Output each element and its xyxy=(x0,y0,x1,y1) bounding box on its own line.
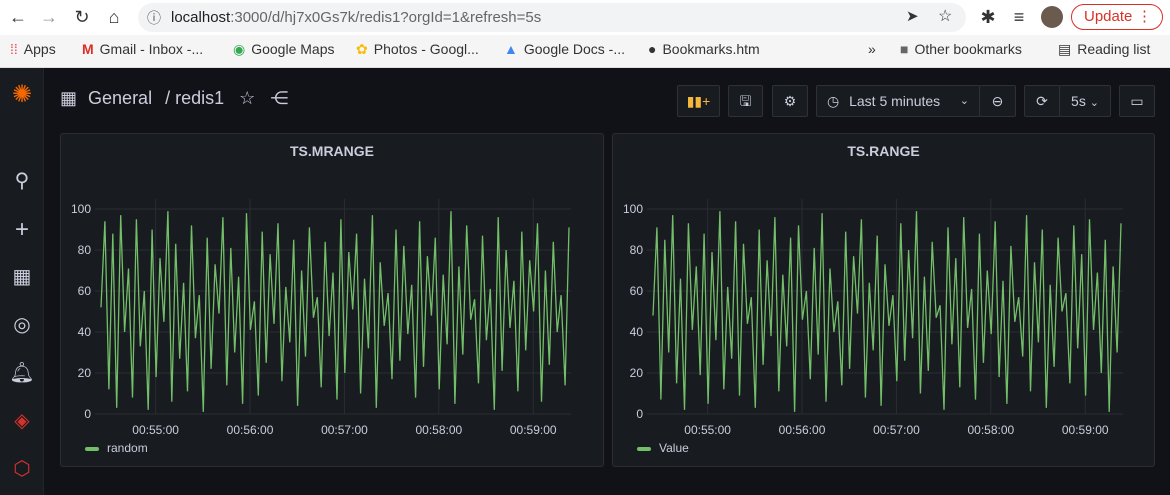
reload-icon[interactable]: ↻ xyxy=(70,0,94,35)
add-panel-button[interactable]: ▮▮+ xyxy=(677,85,720,117)
explore-compass-icon[interactable]: ◎ xyxy=(8,312,36,337)
send-icon[interactable]: ➤ xyxy=(906,7,919,25)
x-tick-label: 00:58:00 xyxy=(415,423,462,437)
redis-app-icon[interactable]: ◈ xyxy=(8,408,36,433)
clock-icon: ◷ xyxy=(827,93,840,109)
refresh-button[interactable]: ⟳ xyxy=(1024,85,1060,117)
info-icon[interactable]: ⓘ xyxy=(147,8,161,28)
y-tick-label: 100 xyxy=(623,202,643,216)
breadcrumb: ▦ General / redis1 ☆ ⋲ xyxy=(60,88,288,109)
browser-chrome: ← → ↻ ⌂ ⓘ localhost:3000/d/hj7x0Gs7k/red… xyxy=(0,0,1170,68)
legend-swatch xyxy=(85,446,99,451)
sidebar: ✺ ⚲ + ▦ ◎ 🔔︎ ◈ ⬡ xyxy=(0,68,44,495)
bookmark-photos[interactable]: ✿ Photos - Googl... xyxy=(356,41,479,58)
x-tick-label: 00:59:00 xyxy=(1062,423,1109,437)
alerting-bell-icon[interactable]: 🔔︎ xyxy=(8,360,36,385)
legend-swatch xyxy=(637,446,651,451)
y-tick-label: 0 xyxy=(84,407,91,421)
bookmark-maps[interactable]: ◉ Google Maps xyxy=(233,41,335,58)
breadcrumb-separator: / xyxy=(165,88,171,108)
y-tick-label: 80 xyxy=(630,243,644,257)
time-range-label: Last 5 minutes xyxy=(849,93,941,109)
tv-mode-button[interactable]: ▭ xyxy=(1119,85,1155,117)
share-icon[interactable]: ⋲ xyxy=(270,88,288,108)
settings-gear-button[interactable]: ⚙ xyxy=(772,85,808,117)
panel-ts-range: TS.RANGE 0 20 40 60 80 100 00:55:00 00:56:00 00:… xyxy=(612,133,1155,467)
media-icon[interactable]: ≡ xyxy=(1007,0,1031,35)
chevron-down-icon: ⌄ xyxy=(959,95,969,107)
bookmark-gmail[interactable]: M Gmail - Inbox -... xyxy=(82,41,203,57)
url-host: localhost xyxy=(171,9,231,26)
create-plus-icon[interactable]: + xyxy=(8,216,36,244)
x-tick-label: 00:55:00 xyxy=(684,423,731,437)
y-tick-label: 40 xyxy=(630,325,644,339)
dashboards-icon[interactable]: ▦ xyxy=(8,264,36,289)
legend-item[interactable]: random xyxy=(85,441,148,455)
update-button[interactable]: Update ⋮ xyxy=(1071,4,1163,30)
series-line-random xyxy=(100,211,570,412)
back-icon[interactable]: ← xyxy=(6,0,30,35)
y-tick-label: 20 xyxy=(78,366,92,380)
x-tick-label: 00:56:00 xyxy=(779,423,826,437)
bookmark-docs[interactable]: ▲ Google Docs -... xyxy=(504,41,625,57)
breadcrumb-folder[interactable]: General xyxy=(88,88,152,108)
x-tick-label: 00:56:00 xyxy=(227,423,274,437)
x-tick-label: 00:57:00 xyxy=(321,423,368,437)
time-picker-button[interactable]: ◷ Last 5 minutes ⌄ xyxy=(816,85,980,117)
chart-svg: 0 20 40 60 80 100 00:55:00 00:56:00 00:57:00 00:5… xyxy=(71,199,571,437)
save-dashboard-button[interactable]: 🖫 xyxy=(728,85,763,117)
y-tick-label: 80 xyxy=(78,243,92,257)
chart-svg: 0 20 40 60 80 100 00:55:00 00:56:00 00:57:00 00:5… xyxy=(623,199,1123,437)
x-tick-label: 00:55:00 xyxy=(132,423,179,437)
grafana-logo-icon[interactable]: ✺ xyxy=(8,80,36,109)
update-label: Update xyxy=(1084,8,1133,25)
other-bookmarks[interactable]: ■ Other bookmarks xyxy=(900,41,1022,57)
legend-item[interactable]: Value xyxy=(637,441,689,455)
address-bar[interactable]: ⓘ localhost:3000/d/hj7x0Gs7k/redis1?orgI… xyxy=(138,3,966,32)
star-icon[interactable]: ☆ xyxy=(239,88,255,108)
x-tick-label: 00:57:00 xyxy=(873,423,920,437)
profile-avatar[interactable] xyxy=(1041,6,1063,28)
home-icon[interactable]: ⌂ xyxy=(102,0,126,35)
legend-label: Value xyxy=(659,441,689,455)
x-tick-label: 00:59:00 xyxy=(510,423,557,437)
more-bookmarks-icon[interactable]: » xyxy=(868,41,876,57)
panel-ts-mrange: TS.MRANGE 0 20 40 60 80 100 00:55:00 00:56:00 00… xyxy=(60,133,604,467)
y-tick-label: 0 xyxy=(636,407,643,421)
y-tick-label: 60 xyxy=(78,284,92,298)
dashboard-grid-icon: ▦ xyxy=(60,88,78,108)
y-tick-label: 100 xyxy=(71,202,91,216)
legend-label: random xyxy=(107,441,148,455)
chevron-down-icon: ⌄ xyxy=(1089,97,1099,109)
bookmarks-bar: ⁞⁞ Apps M Gmail - Inbox -... ◉ Google Maps … xyxy=(0,35,1170,68)
bookmark-star-icon[interactable]: ☆ xyxy=(938,6,952,26)
url-path: :3000/d/hj7x0Gs7k/redis1?orgId=1&refresh… xyxy=(230,9,542,26)
refresh-interval-label: 5s xyxy=(1071,93,1086,109)
forward-icon[interactable]: → xyxy=(37,0,61,35)
y-tick-label: 20 xyxy=(630,366,644,380)
refresh-interval-picker[interactable]: 5s ⌄ xyxy=(1059,85,1111,117)
y-tick-label: 60 xyxy=(630,284,644,298)
bookmark-apps[interactable]: ⁞⁞ Apps xyxy=(10,41,56,57)
series-line-value xyxy=(652,211,1122,412)
y-tick-label: 40 xyxy=(78,325,92,339)
bookmark-bookmarks-htm[interactable]: ● Bookmarks.htm xyxy=(648,41,760,57)
reading-list[interactable]: ▤ Reading list xyxy=(1058,41,1150,58)
x-tick-label: 00:58:00 xyxy=(967,423,1014,437)
page-title[interactable]: redis1 xyxy=(175,88,224,108)
zoom-out-button[interactable]: ⊖ xyxy=(979,85,1016,117)
search-icon[interactable]: ⚲ xyxy=(8,168,36,193)
redis-explorer-icon[interactable]: ⬡ xyxy=(8,456,36,481)
extensions-icon[interactable]: ✱ xyxy=(976,0,1000,35)
